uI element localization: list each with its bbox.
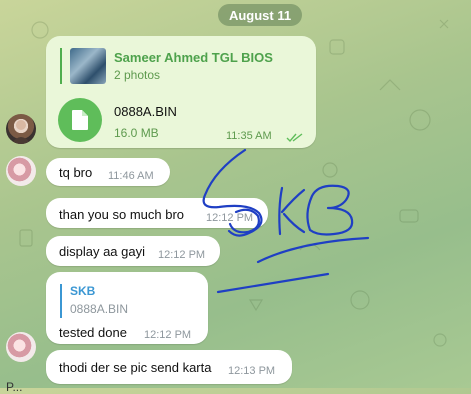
file-size: 16.0 MB xyxy=(114,126,159,140)
message-text: display aa gayi xyxy=(59,244,145,259)
contact-avatar[interactable] xyxy=(6,332,36,362)
message-bubble[interactable]: tq bro 11:46 AM xyxy=(46,158,170,186)
forwarded-file-message[interactable]: Sameer Ahmed TGL BIOS 2 photos 0888A.BIN… xyxy=(46,36,316,148)
message-time: 12:12 PM xyxy=(144,329,192,341)
message-text: thodi der se pic send karta xyxy=(59,360,212,375)
forwarded-title: Sameer Ahmed TGL BIOS xyxy=(114,50,273,65)
next-message-preview: P... xyxy=(6,380,23,394)
forwarded-subtitle: 2 photos xyxy=(114,68,161,82)
reply-sender: SKB xyxy=(70,284,96,298)
reply-preview[interactable]: SKB 0888A.BIN xyxy=(60,284,128,318)
message-bubble[interactable]: display aa gayi 12:12 PM xyxy=(46,236,220,266)
forwarded-preview[interactable]: Sameer Ahmed TGL BIOS 2 photos xyxy=(60,48,273,84)
message-text: tq bro xyxy=(59,165,93,180)
contact-avatar[interactable] xyxy=(6,156,36,186)
message-time: 12:12 PM xyxy=(206,212,254,224)
reply-message-bubble[interactable]: SKB 0888A.BIN tested done 12:12 PM xyxy=(46,272,208,344)
message-bubble[interactable]: thodi der se pic send karta 12:13 PM xyxy=(46,350,292,384)
reply-text: 0888A.BIN xyxy=(70,302,129,316)
file-name: 0888A.BIN xyxy=(114,104,177,119)
contact-avatar[interactable] xyxy=(6,114,36,144)
photo-thumbnail[interactable] xyxy=(70,48,106,84)
message-time: 11:46 AM xyxy=(108,170,154,182)
message-bubble[interactable]: than you so much bro 12:12 PM xyxy=(46,198,268,228)
document-icon[interactable] xyxy=(58,98,102,142)
double-check-icon xyxy=(286,133,303,143)
message-text: than you so much bro xyxy=(59,207,185,222)
message-time: 11:35 AM xyxy=(226,130,272,142)
message-time: 12:13 PM xyxy=(228,365,276,377)
message-time: 12:12 PM xyxy=(158,249,206,261)
message-text: tested done xyxy=(59,325,127,340)
date-divider: August 11 xyxy=(218,4,302,26)
